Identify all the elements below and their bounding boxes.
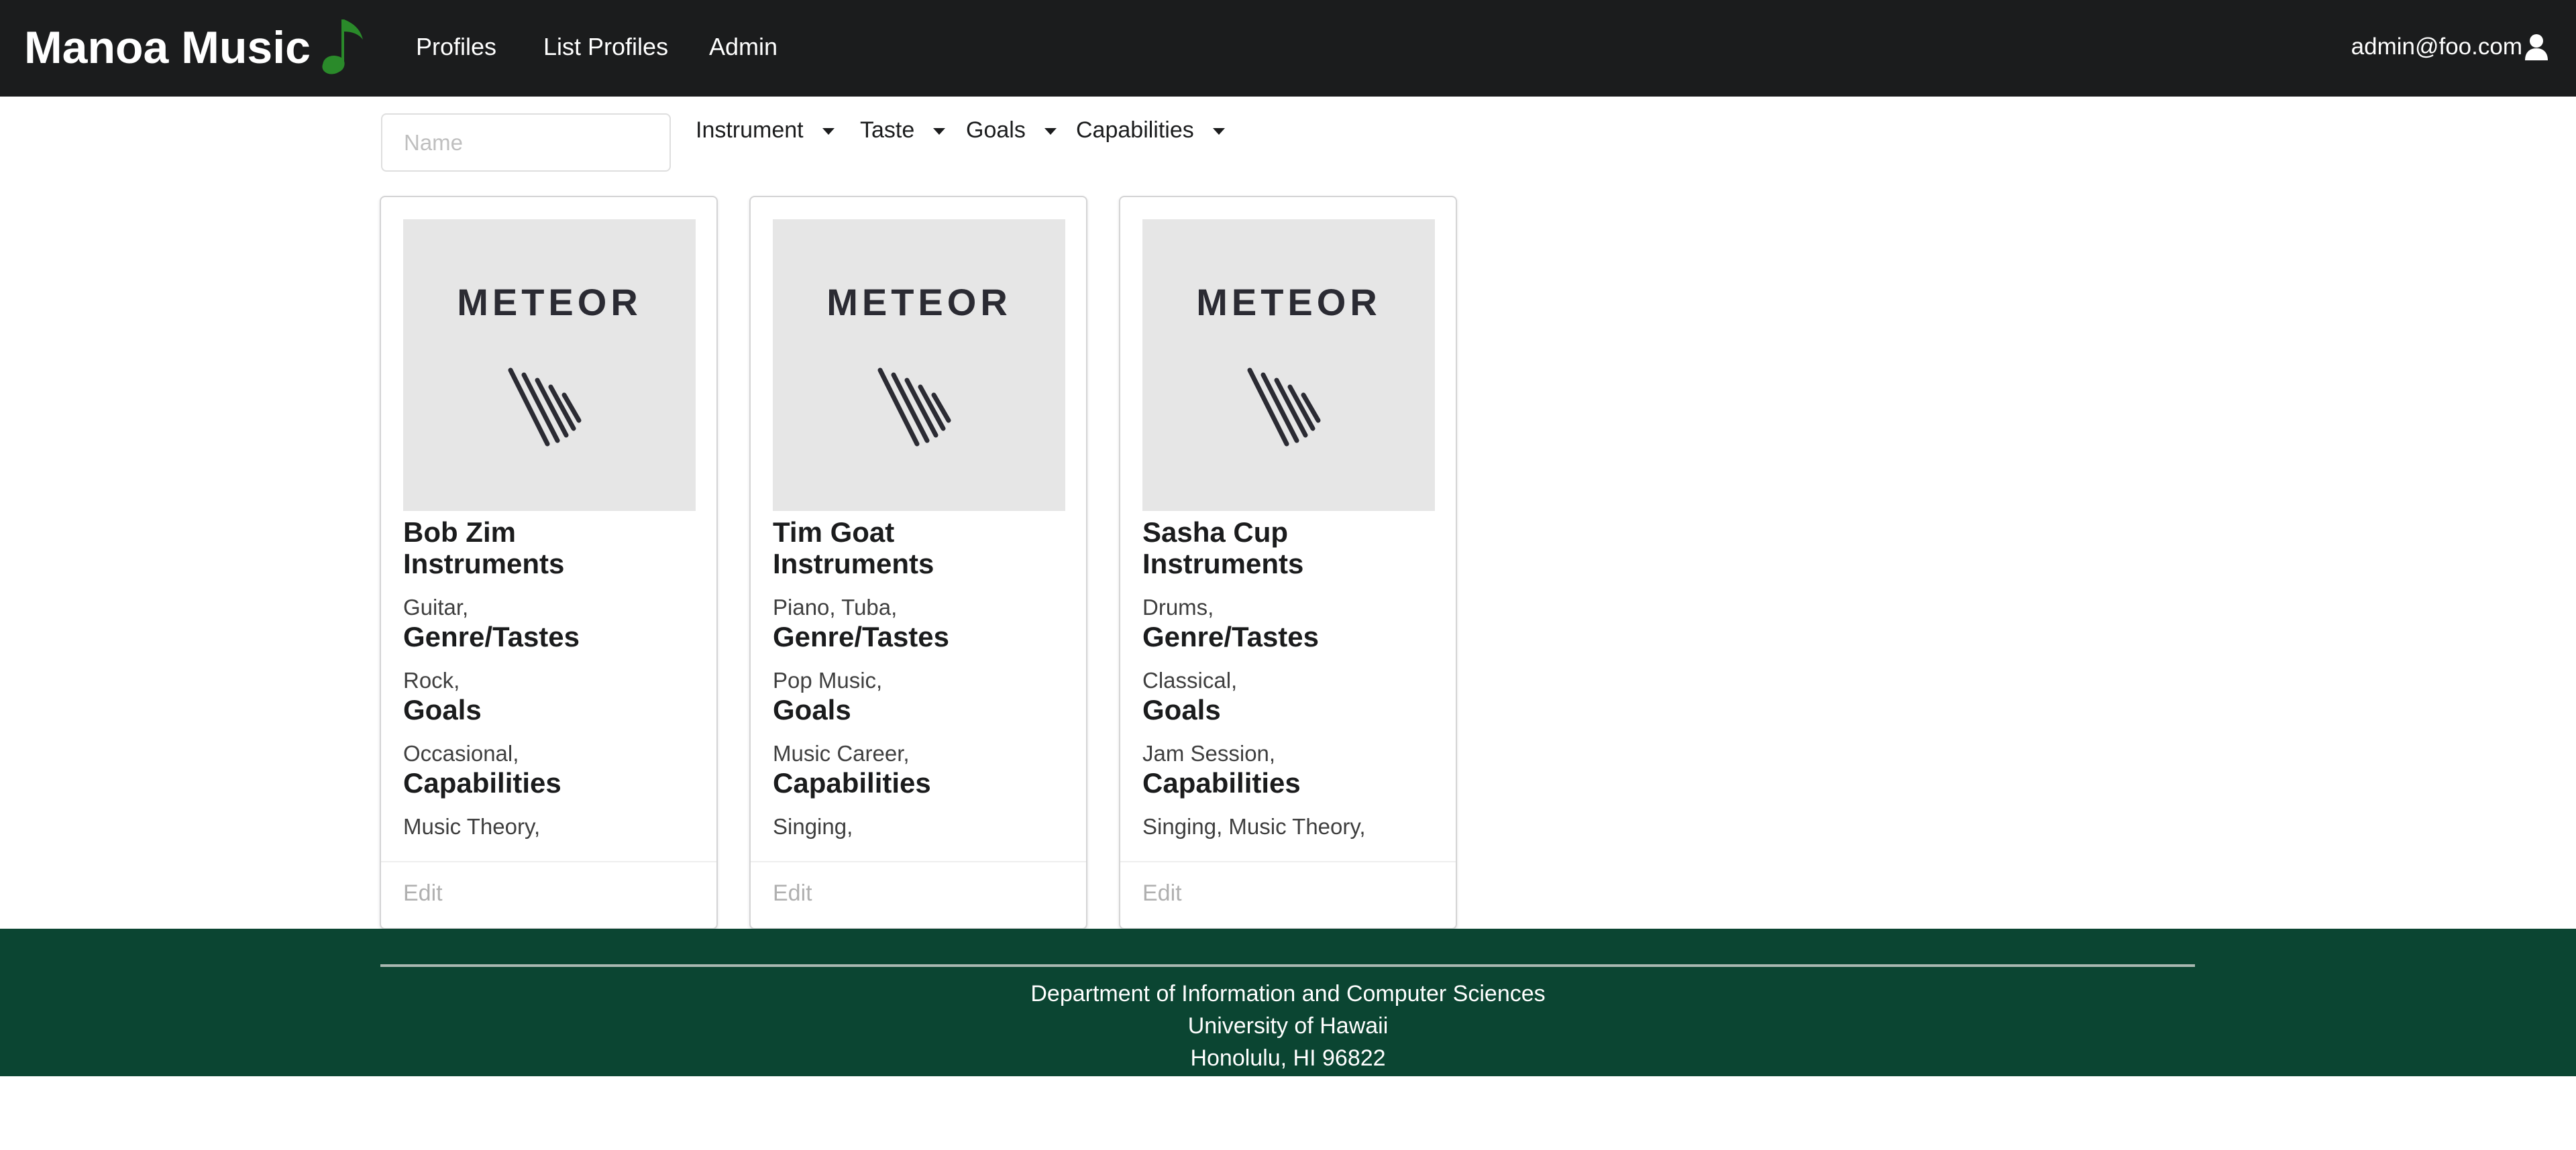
instruments-heading: Instruments [1142, 548, 1304, 579]
goals-heading: Goals [1142, 694, 1221, 726]
nav-admin[interactable]: Admin [709, 30, 777, 64]
capabilities-heading: Capabilities [1142, 767, 1301, 799]
meteor-logo: METEOR [457, 281, 642, 447]
profile-name: Tim Goat [773, 516, 895, 548]
instruments-value: Guitar, [403, 595, 469, 620]
genres-heading: Genre/Tastes [1142, 621, 1320, 652]
goals-value: Occasional, [403, 741, 519, 766]
instruments-value: Drums, [1142, 595, 1214, 620]
footer: Department of Information and Computer S… [0, 929, 2576, 1076]
instrument-dropdown-label: Instrument [696, 117, 804, 143]
meteor-logo-text: METEOR [1196, 281, 1381, 323]
instruments-heading: Instruments [773, 548, 934, 579]
music-note-icon [322, 19, 363, 74]
genres-heading: Genre/Tastes [403, 621, 580, 652]
edit-link[interactable]: Edit [1142, 880, 1182, 907]
footer-divider [380, 964, 2195, 967]
capabilities-dropdown-label: Capabilities [1076, 117, 1194, 143]
genres-value: Classical, [1142, 668, 1238, 693]
user-icon [2525, 34, 2548, 60]
profile-image: METEOR [1142, 219, 1435, 511]
card-divider [751, 861, 1086, 862]
profile-image: METEOR [403, 219, 696, 511]
genres-value: Rock, [403, 668, 460, 693]
goals-dropdown[interactable]: Goals [966, 113, 1057, 148]
capabilities-value: Music Theory, [403, 814, 541, 839]
goals-heading: Goals [403, 694, 482, 726]
profile-card: METEOR Sasha Cup Instruments Drums, Genr… [1119, 196, 1457, 929]
nav-list-profiles[interactable]: List Profiles [543, 30, 668, 64]
card-divider [381, 861, 716, 862]
profile-card: METEOR Tim Goat Instruments Piano, Tuba,… [749, 196, 1087, 929]
card-content: Sasha Cup Instruments Drums, Genre/Taste… [1142, 506, 1438, 840]
caret-down-icon [933, 128, 946, 135]
brand-title: Manoa Music [24, 22, 311, 73]
user-email: admin@foo.com [2351, 34, 2522, 60]
meteor-logo: METEOR [826, 281, 1012, 447]
edit-link[interactable]: Edit [403, 880, 443, 907]
footer-address: Honolulu, HI 96822 [1190, 1045, 1386, 1071]
profile-name: Bob Zim [403, 516, 516, 548]
card-content: Tim Goat Instruments Piano, Tuba, Genre/… [773, 506, 1068, 840]
meteor-logo-text: METEOR [457, 281, 642, 323]
taste-dropdown-label: Taste [860, 117, 915, 143]
top-navbar: Manoa Music Profiles List Profiles Admin… [0, 0, 2576, 97]
caret-down-icon [822, 128, 835, 135]
card-divider [1120, 861, 1456, 862]
goals-value: Jam Session, [1142, 741, 1276, 766]
goals-value: Music Career, [773, 741, 910, 766]
instruments-value: Piano, Tuba, [773, 595, 898, 620]
capabilities-heading: Capabilities [403, 767, 561, 799]
goals-heading: Goals [773, 694, 851, 726]
instruments-heading: Instruments [403, 548, 565, 579]
capabilities-heading: Capabilities [773, 767, 931, 799]
meteor-logo-text: METEOR [826, 281, 1012, 323]
meteor-logo: METEOR [1196, 281, 1381, 447]
caret-down-icon [1212, 128, 1225, 135]
edit-link[interactable]: Edit [773, 880, 812, 907]
card-content: Bob Zim Instruments Guitar, Genre/Tastes… [403, 506, 698, 840]
brand-link[interactable]: Manoa Music [24, 11, 368, 84]
nav-profiles[interactable]: Profiles [416, 30, 496, 64]
capabilities-value: Singing, Music Theory, [1142, 814, 1366, 839]
capabilities-value: Singing, [773, 814, 853, 839]
capabilities-dropdown[interactable]: Capabilities [1076, 113, 1225, 148]
profile-image: METEOR [773, 219, 1065, 511]
footer-university: University of Hawaii [1187, 1013, 1389, 1039]
genres-value: Pop Music, [773, 668, 883, 693]
name-search-input[interactable] [381, 113, 671, 172]
goals-dropdown-label: Goals [966, 117, 1026, 143]
profile-name: Sasha Cup [1142, 516, 1289, 548]
caret-down-icon [1044, 128, 1057, 135]
footer-department: Department of Information and Computer S… [1030, 981, 1546, 1007]
profile-card: METEOR Bob Zim Instruments Guitar, Genre… [380, 196, 718, 929]
user-menu[interactable]: admin@foo.com [2351, 30, 2549, 64]
taste-dropdown[interactable]: Taste [860, 113, 946, 148]
instrument-dropdown[interactable]: Instrument [696, 113, 835, 148]
genres-heading: Genre/Tastes [773, 621, 950, 652]
